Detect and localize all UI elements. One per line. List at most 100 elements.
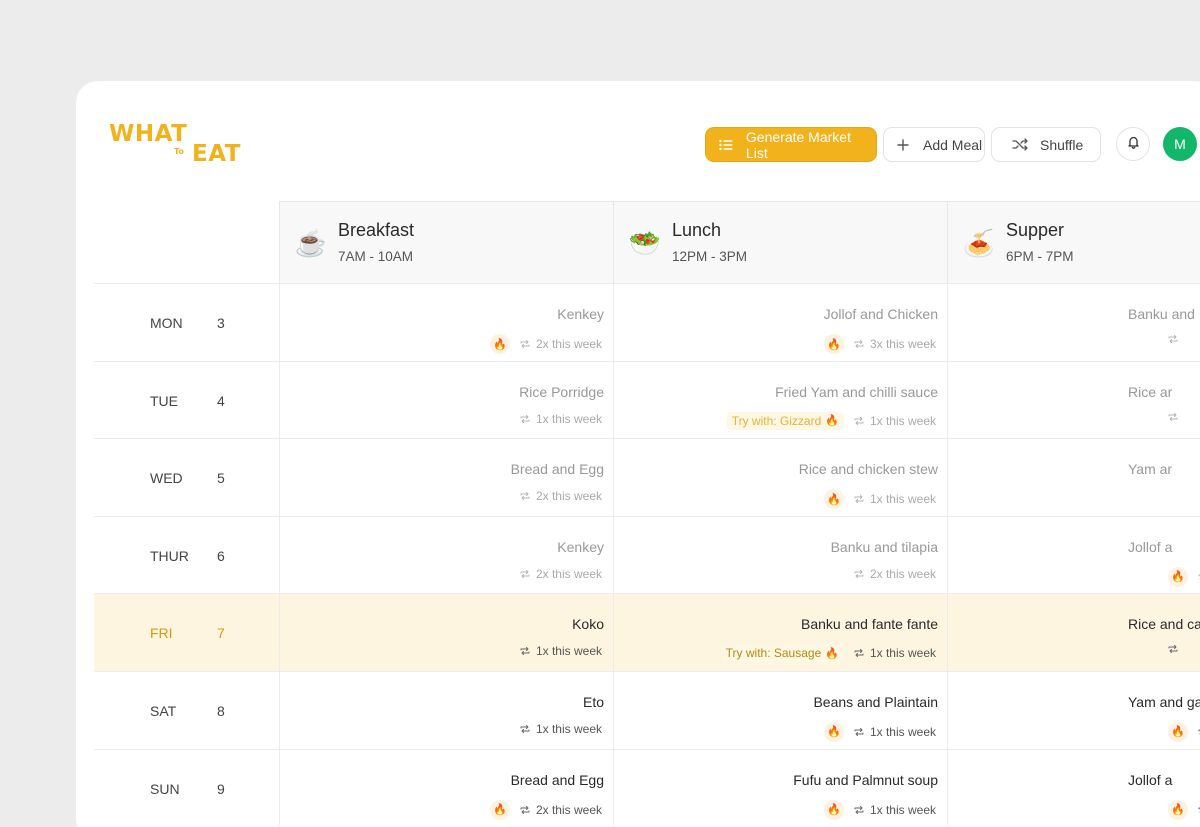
meal-cell-breakfast[interactable]: Bread and Egg 🔥 2x this week bbox=[279, 749, 614, 827]
meal-meta: 1x this week bbox=[520, 412, 602, 426]
pairing-suggestion[interactable]: Try with: Gizzard 🔥 bbox=[726, 411, 844, 430]
repeat-text: 1x this week bbox=[869, 646, 936, 661]
meal-cell-supper[interactable]: Rice and ca bbox=[947, 594, 1200, 671]
meal-cell-lunch[interactable]: Fried Yam and chilli sauce Try with: Giz… bbox=[613, 361, 948, 439]
repeat-count: 1x this week bbox=[854, 803, 936, 817]
day-name: MON bbox=[150, 315, 183, 331]
spaghetti-icon: 🍝 bbox=[962, 228, 996, 258]
meal-cell-supper[interactable]: Jollof a 🔥 bbox=[947, 516, 1200, 594]
day-date: 5 bbox=[217, 470, 225, 487]
meal-header-row: ☕ Breakfast 7AM - 10AM 🥗 Lunch 12PM - 3P… bbox=[94, 201, 1200, 283]
dish-name: Rice and chicken stew bbox=[798, 461, 938, 478]
dish-name: Bread and Egg bbox=[510, 461, 604, 478]
repeat-count: 1x this week bbox=[520, 722, 602, 736]
meal-cell-supper[interactable]: Banku and bbox=[947, 284, 1200, 361]
repeat-icon bbox=[520, 492, 530, 501]
meal-cell-breakfast[interactable]: Kenkey 🔥 2x this week bbox=[279, 284, 614, 361]
repeat-icon bbox=[854, 805, 864, 814]
dish-name: Banku and fante fante bbox=[801, 616, 938, 633]
add-meal-label: Add Meal bbox=[923, 136, 983, 153]
dish-name: Jollof a bbox=[1128, 538, 1173, 555]
dish-name: Koko bbox=[572, 616, 604, 633]
repeat-count: 3x this week bbox=[854, 337, 936, 351]
meal-cell-breakfast[interactable]: Bread and Egg 2x this week bbox=[279, 439, 614, 516]
dish-name: Kenkey bbox=[557, 538, 604, 555]
meal-meta: Try with: Gizzard 🔥 1x this week bbox=[726, 411, 936, 430]
dish-name: Banku and bbox=[1128, 306, 1195, 322]
meal-cell-lunch[interactable]: Beans and Plaintain 🔥 1x this week bbox=[613, 671, 948, 749]
repeat-text: 1x this week bbox=[869, 802, 936, 817]
day-label-cell: FRI 7 bbox=[94, 594, 279, 671]
fire-icon: 🔥 bbox=[489, 799, 510, 820]
meal-cell-lunch[interactable]: Rice and chicken stew 🔥 1x this week bbox=[613, 439, 948, 516]
repeat-text: 1x this week bbox=[869, 413, 936, 428]
repeat-icon bbox=[854, 495, 864, 504]
meal-meta: 🔥 2x this week bbox=[489, 799, 602, 820]
repeat-count: 1x this week bbox=[520, 412, 602, 426]
meal-cell-supper[interactable]: Yam ar bbox=[947, 439, 1200, 516]
day-row: TUE 4 Rice Porridge 1x this week Fried Y… bbox=[94, 360, 1200, 439]
generate-market-list-button[interactable]: Generate Market List bbox=[705, 127, 877, 162]
pairing-suggestion[interactable]: Try with: Sausage 🔥 bbox=[720, 644, 844, 663]
dish-name: Rice ar bbox=[1128, 383, 1173, 400]
repeat-icon bbox=[520, 647, 530, 656]
day-name: SUN bbox=[150, 780, 180, 797]
salad-icon: 🥗 bbox=[628, 228, 662, 258]
meal-name: Breakfast bbox=[338, 220, 415, 240]
repeat-text: 1x this week bbox=[869, 724, 936, 739]
meal-meta: 🔥 bbox=[1168, 721, 1200, 742]
logo-word-what: WHAT bbox=[109, 121, 188, 147]
repeat-count: 1x this week bbox=[854, 725, 936, 739]
meal-cell-lunch[interactable]: Banku and tilapia 2x this week bbox=[613, 516, 948, 594]
repeat-text: 2x this week bbox=[535, 337, 602, 351]
day-row: THUR 6 Kenkey 2x this week Banku and til… bbox=[94, 515, 1200, 594]
repeat-text: 3x this week bbox=[869, 337, 936, 351]
day-date: 6 bbox=[217, 547, 225, 564]
dish-name: Bread and Egg bbox=[510, 771, 604, 788]
shuffle-icon bbox=[1012, 137, 1028, 153]
day-row: WED 5 Bread and Egg 2x this week Rice an… bbox=[94, 438, 1200, 516]
meal-name: Lunch bbox=[672, 220, 722, 240]
logo-word-eat: EAT bbox=[192, 141, 241, 167]
meal-cell-breakfast[interactable]: Rice Porridge 1x this week bbox=[279, 361, 614, 439]
repeat-text: 1x this week bbox=[535, 721, 602, 736]
repeat-count: 2x this week bbox=[520, 803, 602, 817]
meal-cell-breakfast[interactable]: Kenkey 2x this week bbox=[279, 516, 614, 594]
fire-icon: 🔥 bbox=[823, 799, 844, 820]
meal-meta: 2x this week bbox=[854, 567, 936, 581]
meal-cell-supper[interactable]: Jollof a 🔥 bbox=[947, 749, 1200, 827]
meal-meta bbox=[1168, 412, 1184, 422]
list-icon bbox=[718, 137, 734, 153]
day-label-cell: TUE 4 bbox=[94, 362, 279, 439]
meal-cell-lunch[interactable]: Jollof and Chicken 🔥 3x this week bbox=[613, 284, 948, 361]
fire-icon: 🔥 bbox=[825, 647, 839, 660]
app-logo[interactable]: WHAT To EAT bbox=[109, 121, 249, 171]
meal-cell-breakfast[interactable]: Koko 1x this week bbox=[279, 594, 614, 671]
fire-icon: 🔥 bbox=[1168, 799, 1188, 820]
notifications-button[interactable] bbox=[1116, 127, 1150, 161]
meal-cell-breakfast[interactable]: Eto 1x this week bbox=[279, 671, 614, 749]
pairing-text: Try with: Sausage bbox=[725, 646, 822, 661]
day-row: SAT 8 Eto 1x this week Beans and Plainta… bbox=[94, 670, 1200, 749]
meal-cell-supper[interactable]: Yam and garde 🔥 bbox=[947, 671, 1200, 749]
meal-cell-lunch[interactable]: Banku and fante fante Try with: Sausage 🔥… bbox=[613, 594, 948, 671]
day-date: 7 bbox=[217, 625, 225, 642]
meal-meta: 2x this week bbox=[520, 489, 602, 503]
meal-time: 12PM - 3PM bbox=[672, 249, 748, 264]
meal-meta: 🔥 2x this week bbox=[489, 334, 602, 354]
day-name: SAT bbox=[150, 702, 177, 719]
day-label-cell: WED 5 bbox=[94, 439, 279, 516]
user-avatar[interactable]: M bbox=[1163, 127, 1197, 161]
add-meal-button[interactable]: Add Meal bbox=[883, 127, 985, 162]
meal-header-breakfast: ☕ Breakfast 7AM - 10AM bbox=[279, 201, 614, 283]
fire-icon: 🔥 bbox=[823, 489, 844, 510]
repeat-icon bbox=[854, 416, 864, 425]
meal-cell-supper[interactable]: Rice ar bbox=[947, 361, 1200, 439]
meal-meta: 🔥 bbox=[1168, 566, 1200, 587]
day-name: WED bbox=[150, 470, 183, 487]
generate-market-list-label: Generate Market List bbox=[745, 128, 851, 161]
meal-cell-lunch[interactable]: Fufu and Palmnut soup 🔥 1x this week bbox=[613, 749, 948, 827]
day-label-cell: THUR 6 bbox=[94, 517, 279, 594]
shuffle-button[interactable]: Shuffle bbox=[991, 127, 1101, 162]
meal-meta: 1x this week bbox=[520, 644, 602, 658]
